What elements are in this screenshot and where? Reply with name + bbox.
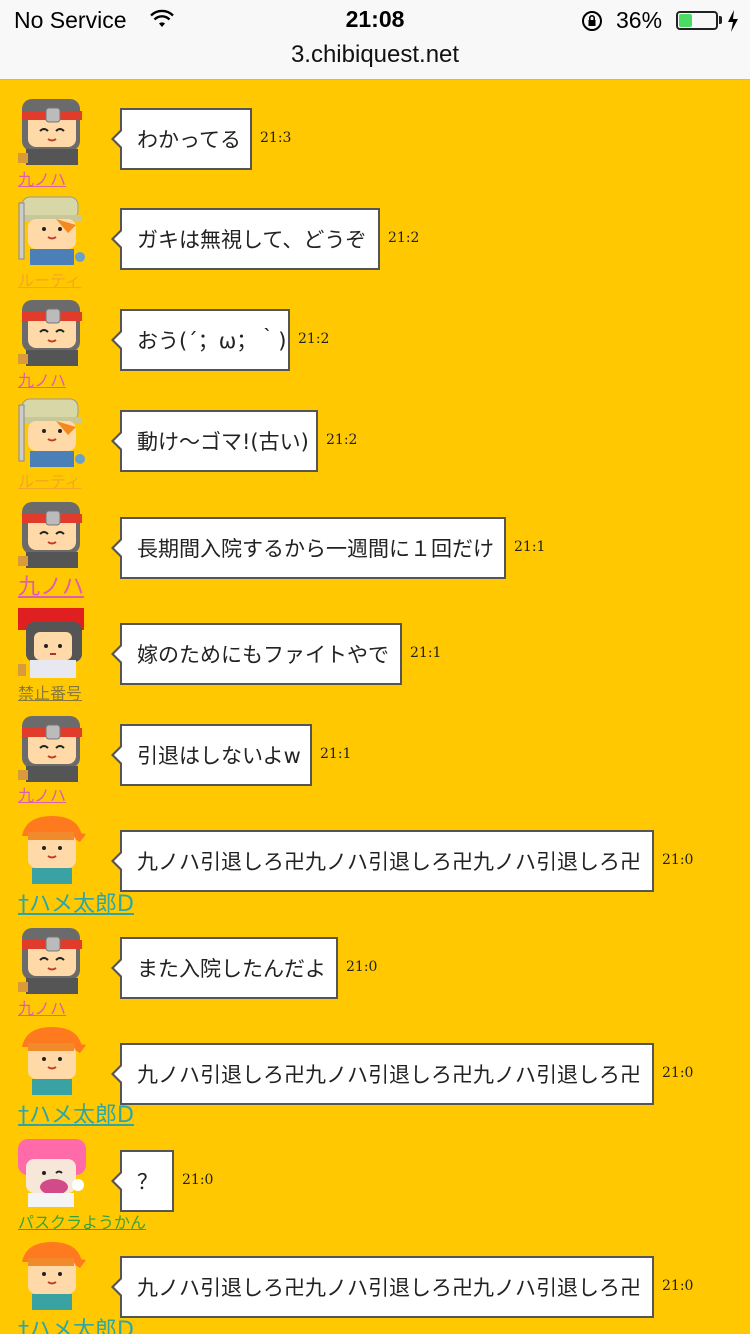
chat-log[interactable]: 九ノハ わかってる 21:3 ルーティ ガキは無視して、どうぞ 21:2 九ノハ おう(´…	[0, 60, 750, 1334]
username-link[interactable]: †ハメ太郎D	[18, 886, 134, 918]
message-bubble: 動け〜ゴマ!(古い)	[111, 410, 318, 472]
message-timestamp: 21:3	[260, 130, 292, 146]
message-text: また入院したんだよ	[137, 957, 326, 981]
message-bubble: わかってる	[111, 108, 252, 170]
address-bar[interactable]: 3.chibiquest.net	[0, 40, 750, 80]
message-bubble: 嫁のためにもファイトやで	[111, 623, 402, 685]
message-text: 引退はしないよw	[137, 744, 301, 768]
username-link[interactable]: 九ノハ	[18, 569, 84, 601]
ninja-avatar-icon[interactable]	[16, 924, 88, 994]
message-timestamp: 21:2	[388, 230, 420, 246]
message-text: ？	[137, 1170, 158, 1194]
username-link[interactable]: 九ノハ	[18, 995, 66, 1019]
orange-cap-avatar-icon[interactable]	[16, 1240, 88, 1310]
message-timestamp: 21:0	[182, 1172, 214, 1188]
message-text: 嫁のためにもファイトやで	[137, 643, 389, 667]
username-link[interactable]: ルーティ	[18, 267, 81, 291]
explorer-avatar-icon[interactable]	[16, 397, 88, 467]
message-timestamp: 21:0	[662, 852, 694, 868]
message-text: 九ノハ引退しろ卍九ノハ引退しろ卍九ノハ引退しろ卍	[137, 1063, 641, 1087]
battery-icon	[676, 11, 718, 30]
browser-top-bar: No Service 21:08 36% 3.chibiquest.net	[0, 0, 750, 80]
rotation-lock-icon	[582, 11, 602, 31]
message-text: 動け〜ゴマ!(古い)	[137, 430, 309, 454]
ninja-avatar-icon[interactable]	[16, 296, 88, 366]
message-text: ガキは無視して、どうぞ	[137, 228, 367, 252]
message-text: 九ノハ引退しろ卍九ノハ引退しろ卍九ノハ引退しろ卍	[137, 1276, 641, 1300]
username-link[interactable]: 九ノハ	[18, 782, 66, 806]
message-bubble: 九ノハ引退しろ卍九ノハ引退しろ卍九ノハ引退しろ卍	[111, 1043, 654, 1105]
message-timestamp: 21:2	[298, 331, 330, 347]
explorer-avatar-icon[interactable]	[16, 195, 88, 265]
ninja-avatar-icon[interactable]	[16, 712, 88, 782]
ninja-avatar-icon[interactable]	[16, 498, 88, 568]
orange-cap-avatar-icon[interactable]	[16, 1025, 88, 1095]
message-timestamp: 21:1	[320, 746, 352, 762]
message-text: 九ノハ引退しろ卍九ノハ引退しろ卍九ノハ引退しろ卍	[137, 850, 641, 874]
username-link[interactable]: パスクラようかん	[18, 1209, 146, 1233]
message-text: わかってる	[137, 128, 241, 152]
message-bubble: 九ノハ引退しろ卍九ノハ引退しろ卍九ノハ引退しろ卍	[111, 830, 654, 892]
ninja-avatar-icon[interactable]	[16, 95, 88, 165]
username-link[interactable]: ルーティ	[18, 468, 81, 492]
username-link[interactable]: 禁止番号	[18, 680, 82, 704]
status-bar: No Service 21:08 36%	[0, 0, 750, 40]
message-text: おう(´；ω；｀)	[137, 329, 287, 353]
orange-cap-avatar-icon[interactable]	[16, 814, 88, 884]
username-link[interactable]: †ハメ太郎D	[18, 1097, 134, 1129]
battery-tip	[719, 16, 722, 24]
message-bubble: 九ノハ引退しろ卍九ノハ引退しろ卍九ノハ引退しろ卍	[111, 1256, 654, 1318]
message-timestamp: 21:1	[410, 645, 442, 661]
message-timestamp: 21:0	[346, 959, 378, 975]
message-bubble: 長期間入院するから一週間に１回だけ	[111, 517, 506, 579]
message-bubble: おう(´；ω；｀)	[111, 309, 290, 371]
message-text: 長期間入院するから一週間に１回だけ	[137, 537, 494, 561]
battery-percent: 36%	[616, 7, 663, 33]
message-timestamp: 21:0	[662, 1065, 694, 1081]
battery-level-fill	[679, 14, 692, 27]
message-bubble: 引退はしないよw	[111, 724, 312, 786]
message-bubble: ？	[111, 1150, 174, 1212]
username-link[interactable]: 九ノハ	[18, 166, 66, 190]
message-timestamp: 21:0	[662, 1278, 694, 1294]
red-hat-avatar-icon[interactable]	[16, 608, 88, 678]
charging-bolt-icon	[728, 10, 738, 32]
message-bubble: ガキは無視して、どうぞ	[111, 208, 380, 270]
username-link[interactable]: 九ノハ	[18, 367, 66, 391]
pink-hair-avatar-icon[interactable]	[16, 1137, 88, 1207]
message-timestamp: 21:1	[514, 539, 546, 555]
message-bubble: また入院したんだよ	[111, 937, 338, 999]
username-link[interactable]: †ハメ太郎D	[18, 1312, 134, 1334]
message-timestamp: 21:2	[326, 432, 358, 448]
